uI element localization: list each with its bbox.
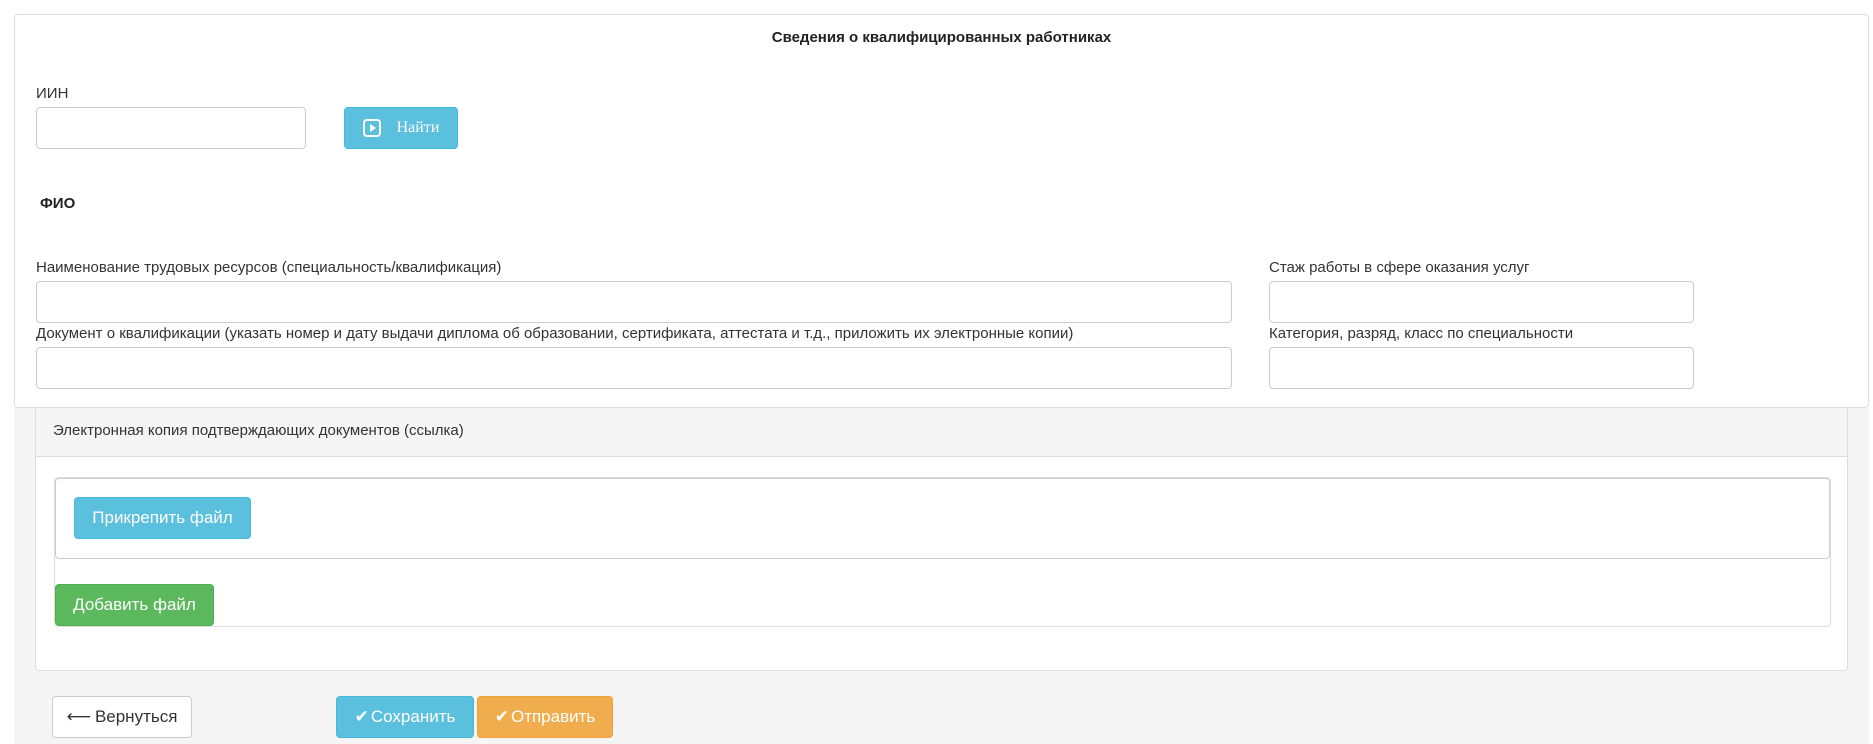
experience-label: Стаж работы в сфере оказания услуг bbox=[1269, 259, 1530, 276]
resources-label: Наименование трудовых ресурсов (специаль… bbox=[36, 259, 502, 276]
attach-row: Прикрепить файл bbox=[55, 478, 1830, 559]
save-button-label: Сохранить bbox=[370, 707, 456, 726]
workers-form-card: Сведения о квалифицированных работниках … bbox=[14, 14, 1869, 408]
play-square-icon bbox=[362, 119, 381, 137]
experience-input[interactable] bbox=[1269, 281, 1694, 323]
docs-panel: Электронная копия подтверждающих докумен… bbox=[35, 408, 1848, 671]
iin-input[interactable] bbox=[36, 107, 306, 149]
back-button[interactable]: ⟵ Вернуться bbox=[52, 696, 192, 738]
back-button-label: Вернуться bbox=[94, 707, 178, 726]
check-icon: ✔ bbox=[494, 707, 509, 726]
bottom-area: Электронная копия подтверждающих докумен… bbox=[14, 408, 1869, 744]
left-arrow-icon: ⟵ bbox=[66, 707, 91, 726]
find-button-label: Найти bbox=[396, 119, 440, 136]
attach-file-button[interactable]: Прикрепить файл bbox=[74, 497, 251, 539]
iin-label: ИИН bbox=[36, 85, 69, 102]
files-box: Прикрепить файл Добавить файл bbox=[54, 477, 1831, 627]
form-title: Сведения о квалифицированных работниках bbox=[771, 29, 1112, 46]
save-button[interactable]: ✔ Сохранить bbox=[336, 696, 474, 738]
send-button[interactable]: ✔ Отправить bbox=[477, 696, 613, 738]
category-label: Категория, разряд, класс по специальност… bbox=[1269, 325, 1574, 342]
category-input[interactable] bbox=[1269, 347, 1694, 389]
find-button[interactable]: Найти bbox=[344, 107, 458, 149]
add-file-button[interactable]: Добавить файл bbox=[55, 584, 214, 626]
fio-label: ФИО bbox=[40, 195, 76, 212]
check-icon: ✔ bbox=[354, 707, 369, 726]
send-button-label: Отправить bbox=[510, 707, 596, 726]
resources-input[interactable] bbox=[36, 281, 1232, 323]
qualification-doc-input[interactable] bbox=[36, 347, 1232, 389]
docs-heading: Электронная копия подтверждающих докумен… bbox=[36, 408, 1847, 457]
qualification-doc-label: Документ о квалификации (указать номер и… bbox=[36, 325, 1074, 342]
